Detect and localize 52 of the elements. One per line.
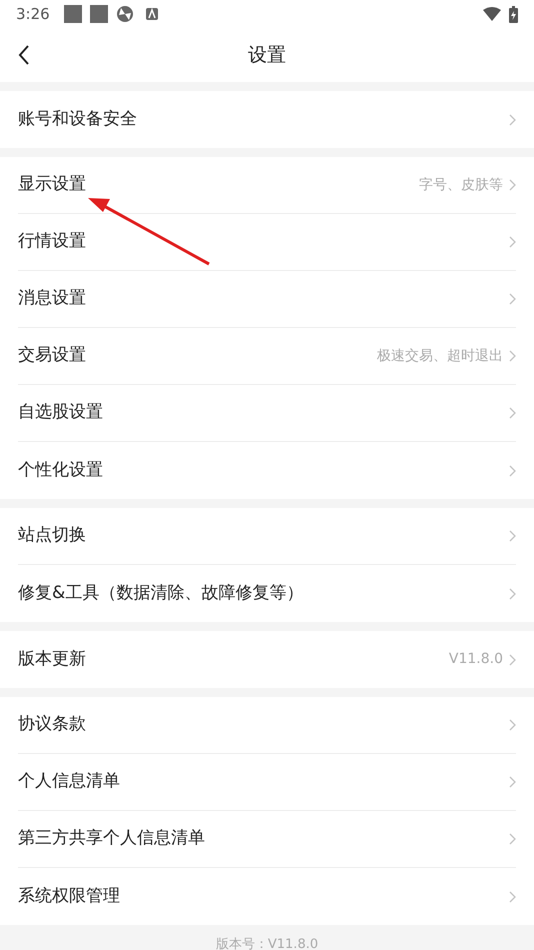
app-notification-icon bbox=[146, 8, 158, 20]
settings-row[interactable]: 自选股设置 bbox=[18, 385, 516, 442]
settings-row[interactable]: 第三方共享个人信息清单 bbox=[18, 811, 516, 868]
wifi-icon bbox=[483, 7, 501, 21]
row-label: 自选股设置 bbox=[18, 401, 104, 424]
row-hint: 字号、皮肤等 bbox=[419, 176, 503, 194]
row-label: 账号和设备安全 bbox=[18, 108, 138, 131]
row-hint: 极速交易、超时退出 bbox=[377, 346, 503, 366]
version-text: 版本号：V11.8.0 bbox=[216, 936, 318, 950]
chevron-icon bbox=[509, 654, 516, 666]
row-label: 显示设置 bbox=[18, 173, 87, 196]
settings-row[interactable]: 修复&工具（数据清除、故障修复等） bbox=[18, 565, 516, 622]
row-label: 系统权限管理 bbox=[18, 884, 121, 908]
row-label: 修复&工具（数据清除、故障修复等） bbox=[18, 582, 304, 605]
notification-icon bbox=[64, 5, 82, 23]
chevron-icon bbox=[509, 719, 516, 731]
chevron-icon bbox=[509, 293, 516, 305]
chevron-icon bbox=[509, 350, 516, 362]
row-label: 版本更新 bbox=[18, 648, 87, 671]
row-label: 协议条款 bbox=[18, 713, 87, 736]
settings-row[interactable]: 个性化设置 bbox=[18, 442, 516, 499]
chevron-icon bbox=[509, 530, 516, 542]
aperture-icon bbox=[116, 5, 134, 23]
chevron-icon bbox=[509, 464, 516, 476]
settings-row[interactable]: 行情设置 bbox=[18, 214, 516, 271]
settings-row[interactable]: 站点切换 bbox=[18, 508, 516, 565]
row-label: 站点切换 bbox=[18, 524, 87, 548]
back-icon bbox=[18, 45, 30, 65]
settings-row[interactable]: 系统权限管理 bbox=[18, 868, 516, 925]
row-label: 个人信息清单 bbox=[18, 770, 121, 794]
chevron-icon bbox=[509, 179, 516, 191]
chevron-icon bbox=[509, 407, 516, 419]
chevron-icon bbox=[509, 776, 516, 788]
row-label: 第三方共享个人信息清单 bbox=[18, 827, 206, 850]
row-label: 消息设置 bbox=[18, 287, 87, 310]
settings-row[interactable]: 交易设置 极速交易、超时退出 bbox=[18, 328, 516, 385]
row-label: 个性化设置 bbox=[18, 458, 104, 482]
notification-icon bbox=[90, 5, 108, 23]
settings-row[interactable]: 消息设置 bbox=[18, 271, 516, 328]
row-label: 交易设置 bbox=[18, 344, 87, 368]
row-hint: V11.8.0 bbox=[448, 650, 503, 669]
page-title: 设置 bbox=[248, 42, 286, 68]
chevron-icon bbox=[509, 890, 516, 902]
settings-row[interactable]: 协议条款 bbox=[18, 697, 516, 754]
chevron-icon bbox=[509, 833, 516, 845]
battery-icon bbox=[509, 6, 518, 22]
chevron-icon bbox=[509, 114, 516, 126]
settings-row[interactable]: 个人信息清单 bbox=[18, 754, 516, 811]
status-time: 3:26 bbox=[16, 4, 50, 25]
chevron-icon bbox=[509, 236, 516, 248]
row-label: 行情设置 bbox=[18, 230, 87, 254]
chevron-icon bbox=[509, 588, 516, 600]
